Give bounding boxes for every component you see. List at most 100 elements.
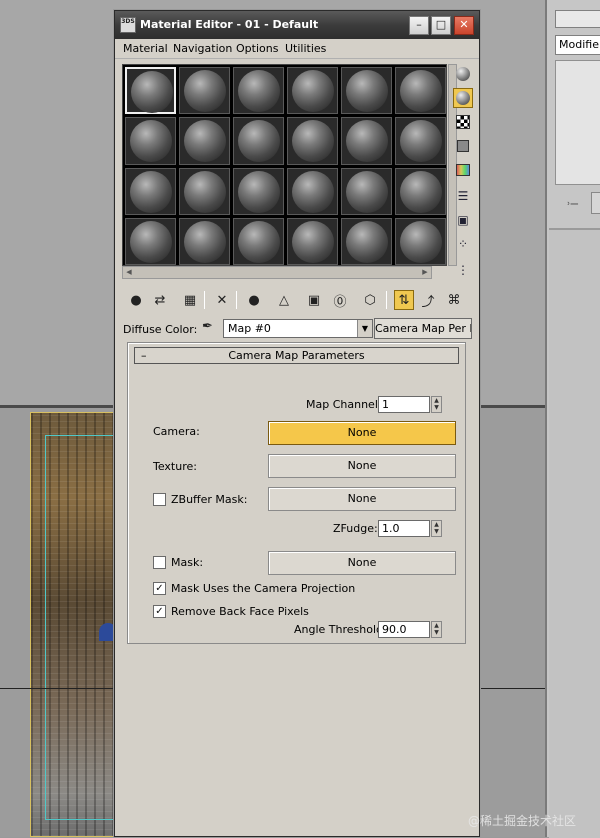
material-sphere-preview [400,170,442,213]
video-color-check-icon[interactable] [453,160,473,180]
sample-slot[interactable] [287,217,338,265]
zfudge-field[interactable]: 1.0 [378,520,430,537]
toolbar-separator [236,291,237,309]
menu-utilities[interactable]: Utilities [285,42,326,55]
modifier-list-dropdown[interactable]: Modifier List [555,35,600,55]
angle-threshold-label: Angle Threshold: [294,623,387,636]
sample-slot[interactable] [179,117,230,165]
chevron-down-icon[interactable]: ▼ [357,320,372,337]
rollout-header[interactable]: – Camera Map Parameters [134,347,459,364]
remove-back-faces-checkbox[interactable]: ✓ [153,605,166,618]
sample-slot[interactable] [179,217,230,265]
camera-pick-button[interactable]: None [268,421,456,445]
material-map-navigator-icon[interactable]: ⋮ [453,260,473,280]
put-to-library-icon[interactable]: △ [274,290,294,310]
material-id-channel-icon[interactable]: ▣ [304,290,324,310]
map-name-value: Map #0 [228,322,271,335]
zbuffer-mask-button[interactable]: None [268,487,456,511]
menu-bar: Material Navigation Options Utilities [115,39,479,59]
go-forward-to-sibling-icon[interactable]: ⤴ [418,290,438,310]
maximize-button[interactable]: □ [431,16,451,35]
sample-slot[interactable] [125,67,176,115]
sample-slot[interactable] [341,217,392,265]
show-end-result-icon[interactable]: ⬡ [360,290,380,310]
scroll-right-icon[interactable]: ▶ [419,267,431,278]
make-unique-icon[interactable]: ● [244,290,264,310]
menu-options[interactable]: Options [236,42,278,55]
diffuse-color-label: Diffuse Color: [123,323,198,336]
sample-slot[interactable] [233,167,284,215]
mask-map-button[interactable]: None [268,551,456,575]
show-end-result-button[interactable] [591,192,600,214]
sample-slot[interactable] [179,167,230,215]
assign-to-selection-icon[interactable]: ▦ [180,290,200,310]
angle-threshold-spinner-icon[interactable]: ▲ ▼ [431,621,442,638]
sample-slot[interactable] [287,167,338,215]
material-sphere-preview [400,220,442,263]
sample-slot[interactable] [179,67,230,115]
sample-slot[interactable] [125,217,176,265]
sample-slot[interactable] [287,117,338,165]
select-by-material-icon[interactable]: ⁘ [453,234,473,254]
pick-material-from-object-icon[interactable]: ⌘ [444,290,464,310]
sample-slots-horizontal-scrollbar[interactable]: ◀ ▶ [122,266,432,279]
show-map-in-viewport-icon[interactable]: ⓪ [330,290,350,310]
scroll-left-icon[interactable]: ◀ [123,267,135,278]
material-sphere-preview [184,120,226,163]
sample-slot[interactable] [395,117,446,165]
sample-slot[interactable] [233,217,284,265]
sample-slot[interactable] [395,217,446,265]
sample-slot[interactable] [233,117,284,165]
sample-slot[interactable] [287,67,338,115]
backlight-icon[interactable] [453,88,473,108]
sample-type-sphere-icon[interactable] [453,64,473,84]
map-name-dropdown[interactable]: Map #0 ▼ [223,319,373,338]
sample-slot[interactable] [233,67,284,115]
sample-slot[interactable] [125,167,176,215]
pin-stack-icon[interactable]: ˒─ [567,197,578,211]
sample-slot[interactable] [395,67,446,115]
close-button[interactable]: ✕ [454,16,474,35]
sample-slot[interactable] [395,167,446,215]
angle-threshold-field[interactable]: 90.0 [378,621,430,638]
get-material-icon[interactable]: ● [126,290,146,310]
menu-navigation[interactable]: Navigation [173,42,232,55]
go-to-parent-icon[interactable]: ⇅ [394,290,414,310]
options-icon[interactable]: ▣ [453,210,473,230]
put-to-scene-icon[interactable]: ⇄ [150,290,170,310]
sample-slot[interactable] [341,67,392,115]
eyedropper-icon[interactable]: ✒ [202,319,213,334]
mask-checkbox[interactable] [153,556,166,569]
sample-slot[interactable] [125,117,176,165]
title-bar[interactable]: 3DS Material Editor - 01 - Default – □ ✕ [115,11,479,39]
zbuffer-mask-checkbox[interactable] [153,493,166,506]
material-sphere-preview [292,220,334,263]
material-sphere-preview [184,220,226,263]
modifier-stack[interactable] [555,60,600,185]
reset-map-icon[interactable]: ✕ [212,290,232,310]
mask-uses-projection-checkbox[interactable]: ✓ [153,582,166,595]
material-sphere-preview [346,70,388,112]
material-sphere-preview [184,170,226,213]
minimize-button[interactable]: – [409,16,429,35]
texture-map-button[interactable]: None [268,454,456,478]
map-channel-field[interactable]: 1 [378,396,430,413]
material-editor-window: 3DS Material Editor - 01 - Default – □ ✕… [114,10,480,837]
sample-uv-tiling-icon[interactable] [453,136,473,156]
toolbar-separator [386,291,387,309]
checker-background-icon[interactable] [453,112,473,132]
sample-slot[interactable] [341,117,392,165]
zfudge-label: ZFudge: [333,522,378,535]
stack-controls: ˒─ [555,192,600,218]
material-sphere-preview [238,120,280,163]
object-name-field[interactable] [555,10,600,28]
material-sphere-preview [346,220,388,263]
menu-material[interactable]: Material [123,42,168,55]
zfudge-spinner-icon[interactable]: ▲ ▼ [431,520,442,537]
make-preview-icon[interactable]: ☰ [453,186,473,206]
map-type-button[interactable]: Camera Map Per Pixel [374,318,472,339]
sample-slot[interactable] [341,167,392,215]
map-channel-spinner-icon[interactable]: ▲ ▼ [431,396,442,413]
material-sphere-preview [238,70,280,112]
command-panel-rollouts [549,228,600,838]
